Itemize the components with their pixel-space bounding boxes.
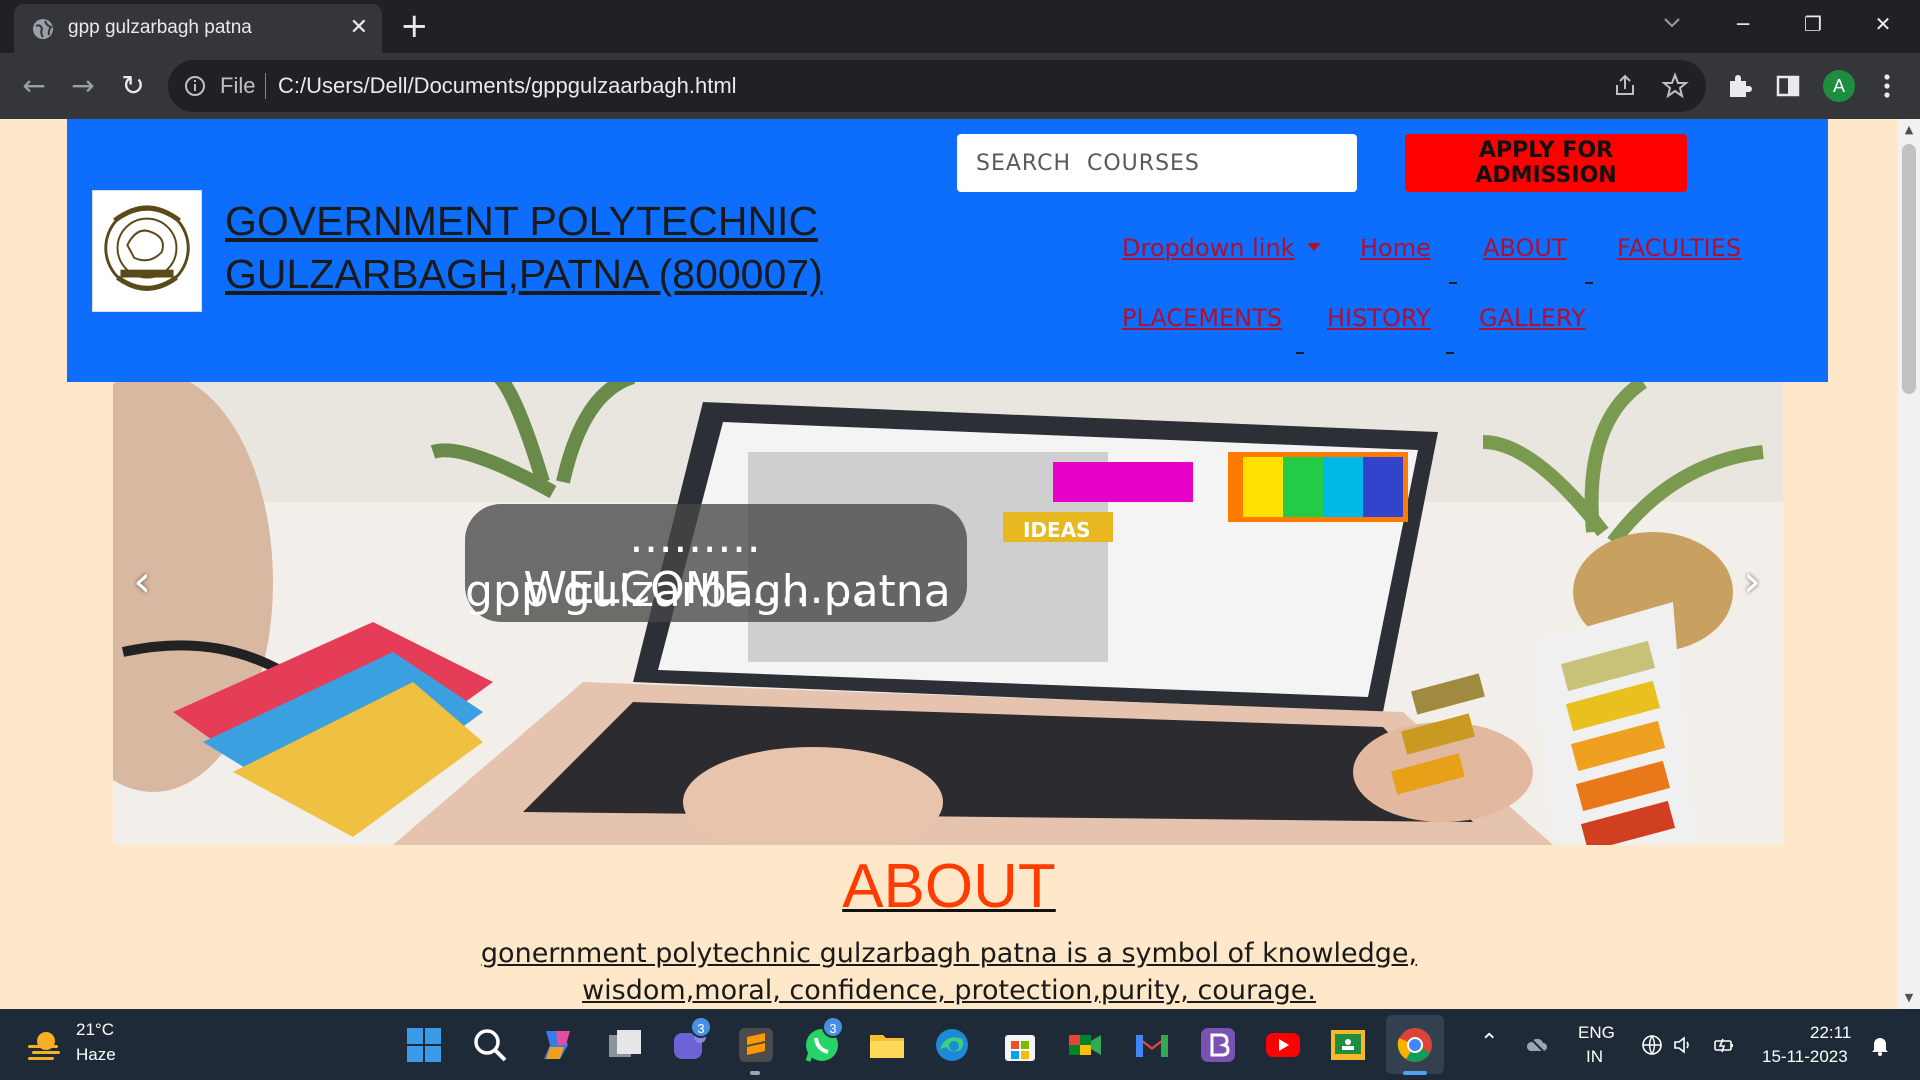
notification-bell-icon[interactable]	[1868, 1033, 1892, 1057]
nav-faculties[interactable]: FACULTIES	[1617, 234, 1741, 262]
caret-down-icon	[1306, 243, 1321, 251]
clock-date[interactable]: 15-11-2023	[1762, 1047, 1848, 1067]
apply-admission-button[interactable]: APPLY FOR ADMISSION	[1405, 134, 1687, 192]
ideas-banner-text: IDEAS	[1023, 518, 1091, 542]
site-title-line1: GOVERNMENT POLYTECHNIC	[225, 198, 819, 244]
side-panel-icon[interactable]	[1773, 71, 1803, 101]
chevron-down-icon[interactable]	[1660, 10, 1684, 34]
sublime-text-icon[interactable]	[736, 1025, 776, 1065]
cloud-offline-icon[interactable]	[1525, 1033, 1549, 1057]
nav-dropdown-link[interactable]: Dropdown link	[1122, 234, 1321, 262]
active-indicator	[1403, 1071, 1427, 1075]
about-line2: wisdom,moral, confidence, protection,pur…	[582, 975, 1316, 1006]
page-scrollbar[interactable]: ▲ ▼	[1898, 119, 1920, 1009]
file-explorer-icon[interactable]	[867, 1025, 907, 1065]
about-heading-text: ABOUT	[842, 852, 1056, 921]
nav-dropdown-label: Dropdown link	[1122, 234, 1295, 262]
search-courses-input[interactable]	[957, 134, 1357, 192]
nav-separator	[1585, 282, 1593, 284]
browser-tab[interactable]: gpp gulzarbagh patna ✕	[14, 4, 382, 53]
region-label[interactable]: IN	[1586, 1047, 1603, 1067]
haze-weather-icon[interactable]	[24, 1025, 64, 1065]
browser-tab-bar: gpp gulzarbagh patna ✕ + ─ ❐ ✕	[0, 0, 1920, 53]
close-window-button[interactable]: ✕	[1853, 6, 1913, 42]
nav-placements[interactable]: PLACEMENTS	[1122, 304, 1282, 332]
tab-close-icon[interactable]: ✕	[350, 16, 368, 40]
profile-avatar[interactable]: A	[1823, 70, 1855, 102]
forward-button[interactable]: →	[65, 68, 101, 104]
reload-button[interactable]: ↻	[115, 68, 151, 104]
volume-icon[interactable]	[1671, 1033, 1695, 1057]
url-separator	[265, 73, 266, 99]
scrollbar-thumb[interactable]	[1902, 144, 1916, 394]
new-tab-button[interactable]: +	[400, 8, 429, 44]
about-heading: ABOUT	[0, 851, 1898, 922]
nav-separator	[1446, 352, 1454, 354]
site-title[interactable]: GOVERNMENT POLYTECHNIC GULZARBAGH,PATNA …	[225, 195, 823, 301]
task-view-icon[interactable]	[605, 1025, 645, 1065]
bookmark-star-icon[interactable]	[1661, 72, 1689, 100]
language-label[interactable]: ENG	[1578, 1023, 1615, 1043]
scroll-up-arrow[interactable]: ▲	[1898, 121, 1920, 139]
windows-start-icon[interactable]	[404, 1025, 444, 1065]
site-header: GOVERNMENT POLYTECHNIC GULZARBAGH,PATNA …	[67, 119, 1828, 382]
carousel-next-button[interactable]: ›	[1727, 552, 1777, 612]
address-bar[interactable]: File C:/Users/Dell/Documents/gppgulzaarb…	[168, 60, 1706, 112]
globe-icon	[33, 19, 53, 39]
minimize-button[interactable]: ─	[1713, 6, 1773, 42]
copilot-icon[interactable]	[538, 1025, 578, 1065]
info-icon[interactable]	[184, 75, 206, 97]
page-viewport: GOVERNMENT POLYTECHNIC GULZARBAGH,PATNA …	[0, 119, 1898, 1009]
menu-kebab-icon[interactable]	[1872, 70, 1902, 102]
nav-about[interactable]: ABOUT	[1483, 234, 1567, 262]
weather-temperature: 21°C	[76, 1020, 114, 1039]
about-line1: gonernment polytechnic gulzarbagh patna …	[480, 938, 1418, 969]
battery-charging-icon[interactable]	[1712, 1033, 1736, 1057]
whatsapp-badge: 3	[822, 1016, 844, 1038]
site-title-line2: GULZARBAGH,PATNA (800007)	[225, 251, 823, 297]
network-globe-icon[interactable]	[1640, 1033, 1664, 1057]
nav-separator	[1296, 352, 1304, 354]
restore-button[interactable]: ❐	[1783, 6, 1843, 42]
chrome-icon[interactable]	[1395, 1025, 1435, 1065]
microsoft-store-icon[interactable]	[1000, 1025, 1040, 1065]
youtube-icon[interactable]	[1263, 1025, 1303, 1065]
hero-carousel: IDEAS ………WELCOME…….. gpp gulzarbagh patn…	[113, 382, 1783, 845]
teams-badge: 3	[690, 1016, 712, 1038]
nav-gallery[interactable]: GALLERY	[1479, 304, 1586, 332]
college-logo	[92, 190, 202, 312]
nav-separator	[1449, 282, 1457, 284]
caption-college-name: gpp gulzarbagh patna	[465, 566, 951, 617]
tray-overflow-chevron-icon[interactable]: ⌃	[1480, 1029, 1498, 1055]
carousel-caption: ………WELCOME…….. gpp gulzarbagh patna	[465, 504, 967, 622]
running-indicator	[750, 1071, 760, 1075]
nav-history[interactable]: HISTORY	[1327, 304, 1431, 332]
extensions-icon[interactable]	[1724, 71, 1754, 101]
edge-icon[interactable]	[932, 1025, 972, 1065]
google-classroom-icon[interactable]	[1328, 1025, 1368, 1065]
carousel-prev-button[interactable]: ‹	[117, 552, 167, 612]
clock-time[interactable]: 22:11	[1810, 1023, 1851, 1043]
url-scheme: File	[220, 73, 256, 98]
tab-title: gpp gulzarbagh patna	[68, 17, 252, 38]
google-meet-icon[interactable]	[1065, 1025, 1105, 1065]
weather-condition: Haze	[76, 1045, 116, 1064]
nav-home[interactable]: Home	[1360, 234, 1431, 262]
gmail-icon[interactable]	[1132, 1025, 1172, 1065]
scroll-down-arrow[interactable]: ▼	[1898, 989, 1920, 1007]
bootstrap-icon[interactable]	[1198, 1025, 1238, 1065]
share-icon[interactable]	[1612, 72, 1640, 100]
windows-taskbar: 21°C Haze 3 3 ⌃ ENG IN 22:11 15-11-2023	[0, 1009, 1920, 1080]
about-paragraph: gonernment polytechnic gulzarbagh patna …	[0, 935, 1898, 1009]
search-icon[interactable]	[470, 1025, 510, 1065]
browser-toolbar: ← → ↻ File C:/Users/Dell/Documents/gppgu…	[0, 53, 1920, 119]
back-button[interactable]: ←	[16, 68, 52, 104]
url-text[interactable]: C:/Users/Dell/Documents/gppgulzaarbagh.h…	[278, 73, 737, 99]
